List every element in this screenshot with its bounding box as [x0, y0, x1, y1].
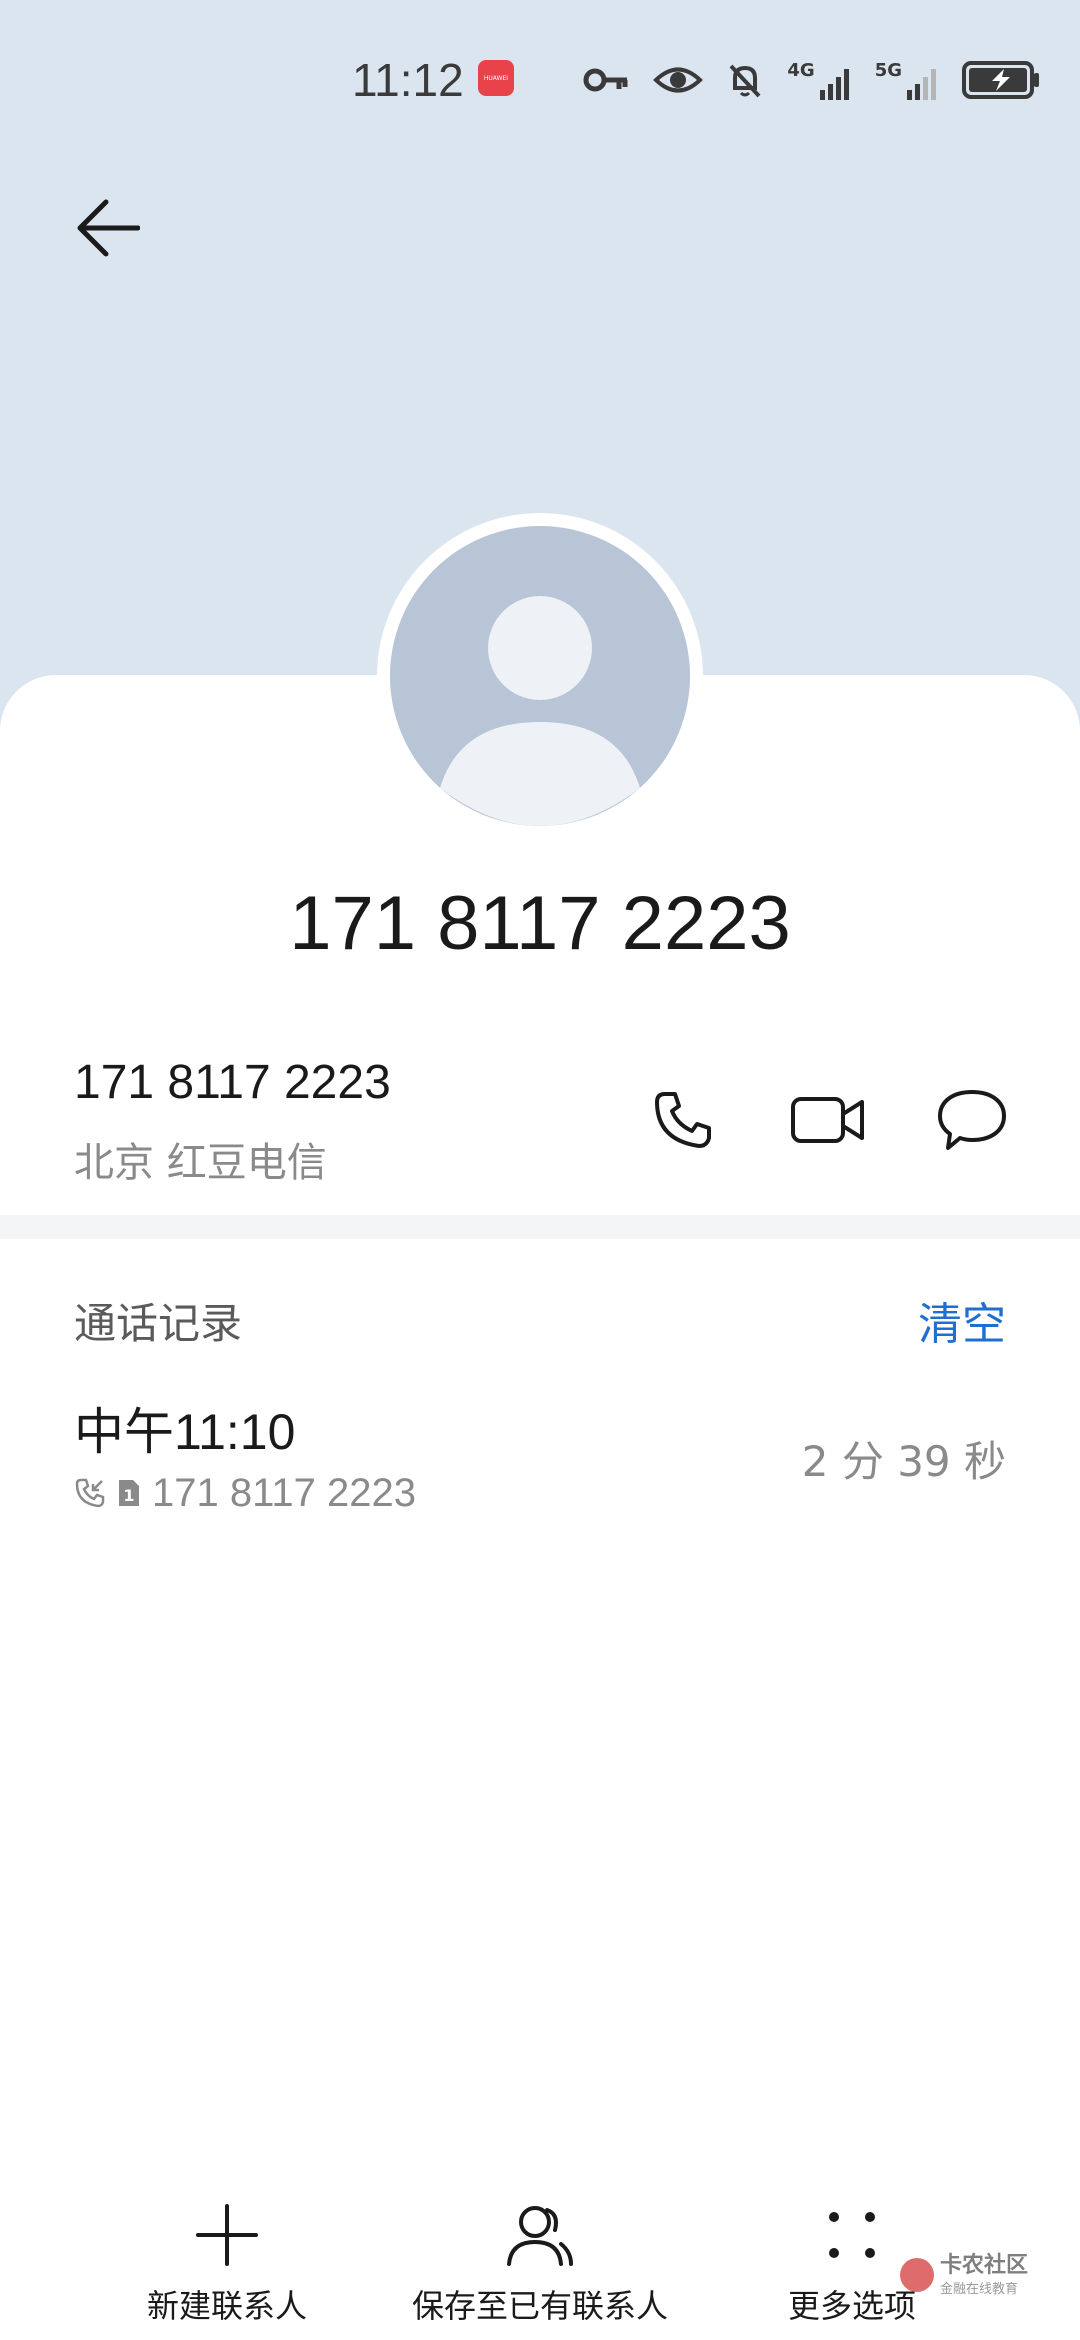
call-log-details: 1 171 8117 2223 [74, 1465, 416, 1521]
new-contact-label: 新建联系人 [147, 2287, 308, 2325]
watermark-text: 卡农社区 [940, 2252, 1029, 2278]
watermark-logo-icon [900, 2258, 934, 2292]
section-divider [0, 1215, 1080, 1239]
phone-number[interactable]: 171 8117 2223 [74, 1055, 391, 1110]
save-to-existing-label: 保存至已有联系人 [411, 2287, 668, 2325]
incoming-call-icon [75, 1478, 105, 1508]
message-button[interactable] [922, 1080, 1022, 1160]
call-log-title: 通话记录 [74, 1299, 243, 1348]
clear-call-log-button[interactable]: 清空 [918, 1288, 1006, 1352]
back-button[interactable] [60, 180, 156, 276]
video-camera-icon [791, 1097, 864, 1143]
contact-title: 171 8117 2223 [289, 881, 791, 966]
call-button[interactable] [633, 1080, 733, 1160]
more-dots-icon [829, 2212, 875, 2258]
new-contact-button[interactable]: 新建联系人 [147, 2195, 307, 2335]
signal-4g: 4G [787, 60, 852, 100]
contacts-icon [507, 2206, 573, 2266]
more-options-label: 更多选项 [787, 2287, 916, 2325]
person-silhouette-icon [440, 596, 640, 826]
status-time: 11:12 [352, 54, 464, 106]
arrow-left-icon [77, 199, 140, 257]
sim-card-icon: 1 [119, 1480, 139, 1506]
video-call-button[interactable] [778, 1080, 878, 1160]
network-5g-label: 5G [874, 60, 902, 81]
signal-5g: 5G [875, 60, 940, 100]
network-4g-label: 4G [787, 60, 815, 81]
signal-bars-icon [907, 69, 936, 100]
eye-icon [653, 67, 704, 93]
watermark-subtext: 金融在线教育 [940, 2281, 1019, 2297]
key-icon [583, 68, 628, 92]
huawei-app-icon: HUAWEI [478, 60, 514, 96]
call-log-duration: 2 分 39 秒 [801, 1437, 1006, 1486]
call-log-time: 中午11:10 [74, 1404, 296, 1460]
call-log-number: 171 8117 2223 [152, 1470, 416, 1515]
status-icons: 4G 5G [583, 52, 1042, 108]
battery-charging-icon [962, 61, 1039, 99]
phone-icon [655, 1092, 711, 1148]
number-location: 北京 红豆电信 [74, 1140, 327, 1186]
watermark: 卡农社区 金融在线教育 [900, 2250, 1050, 2300]
chat-bubble-icon [938, 1090, 1006, 1150]
sim-slot-number: 1 [123, 1486, 134, 1505]
bell-muted-icon [729, 64, 761, 98]
avatar[interactable] [390, 526, 690, 826]
app-badge-label: HUAWEI [483, 74, 509, 82]
signal-bars-icon [819, 69, 849, 100]
save-to-existing-contact-button[interactable]: 保存至已有联系人 [410, 2195, 670, 2335]
plus-icon [196, 2204, 258, 2266]
